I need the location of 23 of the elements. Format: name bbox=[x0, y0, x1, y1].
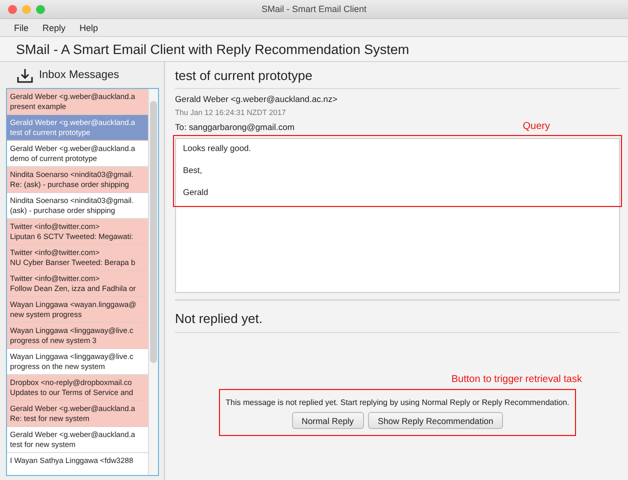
menu-item[interactable]: Reply bbox=[38, 22, 70, 32]
window-title: SMail - Smart Email Client bbox=[261, 4, 367, 14]
close-button[interactable] bbox=[8, 4, 17, 14]
minimize-button[interactable] bbox=[22, 4, 31, 14]
body-line: Looks really good. bbox=[183, 143, 252, 153]
recipient-text: To: sanggarbarong@gmail.com bbox=[175, 122, 295, 132]
app-title: SMail - A Smart Email Client with Reply Recommendation System bbox=[16, 42, 410, 56]
body-line: Gerald bbox=[183, 187, 210, 197]
reply-status-heading: Not replied yet. bbox=[175, 299, 620, 333]
scrollbar[interactable] bbox=[148, 89, 158, 475]
annotation-label: Button to trigger retrieval task bbox=[451, 374, 582, 385]
zoom-button[interactable] bbox=[36, 4, 45, 14]
menu-item[interactable]: File bbox=[10, 22, 33, 32]
reply-button[interactable]: Show Reply Recommendation bbox=[368, 412, 504, 429]
inbox-title: Inbox Messages bbox=[39, 69, 120, 81]
annotation-label: Query bbox=[522, 121, 550, 132]
menu-item[interactable]: Help bbox=[76, 22, 102, 32]
message-subject: test of current prototype bbox=[175, 62, 620, 89]
reply-notice: This message is not replied yet. Start replying by using Normal Reply or Reply Recommendation. bbox=[226, 398, 570, 407]
download-icon bbox=[17, 68, 33, 82]
body-line: Best, bbox=[183, 165, 204, 175]
sender-text: Gerald Weber <g.weber@auckland.ac.nz> bbox=[175, 94, 338, 104]
reply-button[interactable]: Normal Reply bbox=[292, 412, 364, 429]
